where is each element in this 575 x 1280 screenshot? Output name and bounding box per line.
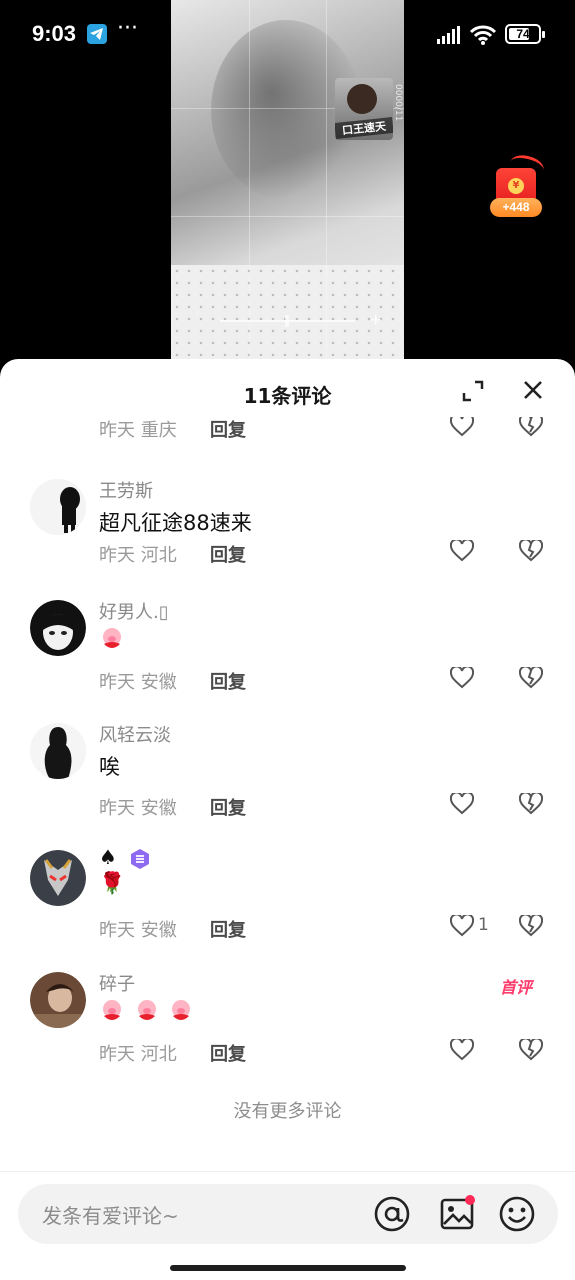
heart-icon[interactable] (450, 793, 474, 815)
avatar[interactable] (30, 723, 86, 779)
comment-date: 昨天 (99, 672, 135, 693)
comment-date: 昨天 (99, 545, 135, 566)
comments-title: 11条评论 (243, 384, 332, 408)
broken-heart-icon[interactable] (519, 667, 543, 689)
battery-icon: 74 (505, 24, 545, 44)
video-side-text: 0000/11 (393, 84, 403, 122)
comment-input[interactable]: 发条有爱评论~ (18, 1184, 558, 1244)
mention-icon[interactable] (373, 1195, 411, 1233)
level-badge-icon (130, 849, 149, 869)
comment-emojis (99, 998, 196, 1024)
comment-meta: 昨天 河北 (99, 1040, 177, 1066)
comment-emojis (99, 626, 127, 652)
heart-icon[interactable] (450, 540, 474, 562)
comment-date: 昨天 (99, 1044, 135, 1065)
pig-heart-emoji (168, 998, 194, 1024)
more-notifications-icon: ··· (117, 16, 138, 41)
comment-location: 安徽 (140, 798, 177, 819)
avatar[interactable] (30, 600, 86, 656)
comment-input-placeholder: 发条有爱评论~ (42, 1204, 179, 1228)
comment-text: 🌹 (99, 871, 126, 895)
like-count: 1 (478, 915, 489, 935)
pig-heart-emoji (99, 998, 125, 1024)
coin-icon: ¥ (508, 178, 524, 194)
status-bar: 9:03 ··· 74 (0, 0, 575, 70)
comment-username[interactable]: 风轻云淡 (99, 721, 171, 747)
heart-icon[interactable] (450, 667, 474, 689)
avatar[interactable] (30, 479, 86, 535)
wifi-icon (469, 25, 497, 45)
spade-icon: ♠ (99, 845, 117, 869)
comment-meta: 昨天 重庆 (99, 417, 177, 442)
heart-icon[interactable] (450, 417, 474, 437)
comments-list[interactable]: 昨天 重庆 回复 王劳斯 超凡征途88速来 昨天 河北 回复 好男人.▯ 昨天 … (0, 417, 575, 1152)
status-time: 9:03 (32, 21, 77, 46)
comment-date: 昨天 (99, 798, 135, 819)
image-icon[interactable] (438, 1194, 478, 1234)
telegram-icon (87, 24, 107, 44)
pig-heart-emoji (134, 998, 160, 1024)
broken-heart-icon[interactable] (519, 915, 543, 937)
comment-text: 唉 (99, 755, 120, 779)
divider (0, 1171, 575, 1172)
reply-button[interactable]: 回复 (210, 916, 246, 942)
close-icon[interactable] (522, 379, 544, 401)
pip-face (347, 84, 377, 114)
expand-icon[interactable] (462, 380, 484, 402)
comment-username[interactable]: ♠ (99, 845, 151, 870)
comment-date: 昨天 (99, 420, 135, 441)
reply-button[interactable]: 回复 (210, 417, 246, 442)
broken-heart-icon[interactable] (519, 417, 543, 437)
heart-icon[interactable] (450, 915, 474, 937)
avatar[interactable] (30, 850, 86, 906)
comment-location: 重庆 (140, 420, 177, 441)
comment-location: 安徽 (140, 672, 177, 693)
comment-date: 昨天 (99, 920, 135, 941)
comment-meta: 昨天 河北 (99, 541, 177, 567)
comment-username[interactable]: 碎子 (99, 970, 135, 996)
reply-button[interactable]: 回复 (210, 1040, 246, 1066)
first-comment-badge: 首评 (500, 978, 533, 997)
broken-heart-icon[interactable] (519, 793, 543, 815)
comments-sheet: 11条评论 昨天 重庆 回复 王劳斯 超凡征途88速来 昨天 河北 回复 好男人… (0, 359, 575, 1280)
emoji-icon[interactable] (498, 1195, 536, 1233)
heart-icon[interactable] (450, 1039, 474, 1061)
screen: 口王速天 0000/11 ˈ + 9:03 ··· 74 ¥ +448 11条评… (0, 0, 575, 1280)
comment-location: 河北 (140, 545, 177, 566)
reply-button[interactable]: 回复 (210, 668, 246, 694)
comment-username[interactable]: 王劳斯 (99, 477, 153, 503)
comment-meta: 昨天 安徽 (99, 668, 177, 694)
scrub-plus-icon: + (369, 310, 383, 329)
scrub-minus-icon: ˈ (196, 310, 200, 326)
pig-heart-emoji (99, 626, 125, 652)
comment-meta: 昨天 安徽 (99, 794, 177, 820)
avatar[interactable] (30, 972, 86, 1028)
pip-caption: 口王速天 (335, 117, 393, 139)
signal-icon (437, 26, 460, 44)
red-packet-button[interactable]: ¥ +448 (488, 151, 547, 218)
home-indicator[interactable] (170, 1265, 406, 1271)
comment-text: 超凡征途88速来 (99, 511, 252, 535)
red-packet-amount: +448 (490, 198, 542, 217)
video-scrub-thumb[interactable] (285, 315, 289, 327)
comment-meta: 昨天 安徽 (99, 916, 177, 942)
no-more-comments: 没有更多评论 (233, 1101, 342, 1122)
broken-heart-icon[interactable] (519, 1039, 543, 1061)
broken-heart-icon[interactable] (519, 540, 543, 562)
battery-level: 74 (516, 27, 530, 41)
comment-username[interactable]: 好男人.▯ (99, 598, 169, 624)
comment-location: 安徽 (140, 920, 177, 941)
picture-in-picture-overlay: 口王速天 (335, 78, 393, 140)
comment-location: 河北 (140, 1044, 177, 1065)
reply-button[interactable]: 回复 (210, 541, 246, 567)
reply-button[interactable]: 回复 (210, 794, 246, 820)
grid-line (171, 216, 404, 217)
